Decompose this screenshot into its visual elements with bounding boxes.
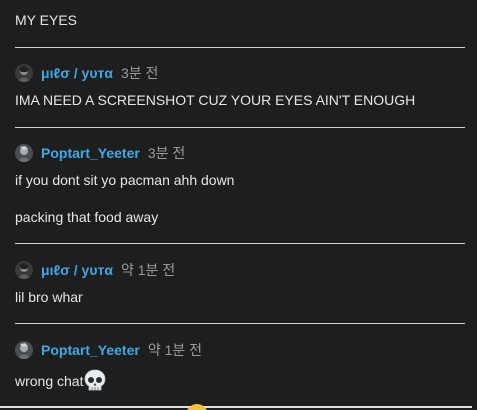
- scrollbar[interactable]: [473, 0, 477, 410]
- message-text: lil bro whar: [15, 289, 83, 305]
- message-header: μιℓσ / уυтα 약 1분 전: [15, 261, 175, 279]
- message-divider: [15, 127, 465, 128]
- message-text: packing that food away: [15, 209, 159, 225]
- avatar[interactable]: [15, 341, 33, 359]
- emoji-icon: [186, 404, 208, 410]
- message-header: μιℓσ / уυтα 3분 전: [15, 64, 158, 82]
- message-divider: [15, 243, 465, 244]
- message-header: Poptart_Yeeter 약 1분 전: [15, 341, 202, 359]
- skull-icon: [85, 369, 106, 391]
- message-text: IMA NEED A SCREENSHOT CUZ YOUR EYES AIN'…: [15, 92, 416, 108]
- username[interactable]: Poptart_Yeeter: [41, 144, 140, 162]
- avatar[interactable]: [15, 144, 33, 162]
- input-border: [0, 406, 472, 408]
- username[interactable]: μιℓσ / уυтα: [41, 261, 113, 279]
- timestamp: 3분 전: [147, 145, 186, 161]
- message-text: if you dont sit yo pacman ahh down: [15, 172, 235, 188]
- message-header: Poptart_Yeeter 3분 전: [15, 144, 185, 162]
- timestamp: 약 1분 전: [120, 262, 176, 278]
- timestamp: 약 1분 전: [147, 342, 203, 358]
- avatar[interactable]: [15, 261, 33, 279]
- username[interactable]: μιℓσ / уυтα: [41, 64, 113, 82]
- username[interactable]: Poptart_Yeeter: [41, 341, 140, 359]
- message-text: wrong chat: [15, 369, 106, 393]
- message-divider: [15, 323, 465, 324]
- message-text-content: wrong chat: [15, 373, 84, 389]
- timestamp: 3분 전: [120, 65, 159, 81]
- avatar[interactable]: [15, 64, 33, 82]
- chat-log: MY EYES μιℓσ / уυтα 3분 전 IMA NEED A SCRE…: [0, 0, 477, 410]
- message-text: MY EYES: [15, 12, 77, 28]
- message-divider: [15, 47, 465, 48]
